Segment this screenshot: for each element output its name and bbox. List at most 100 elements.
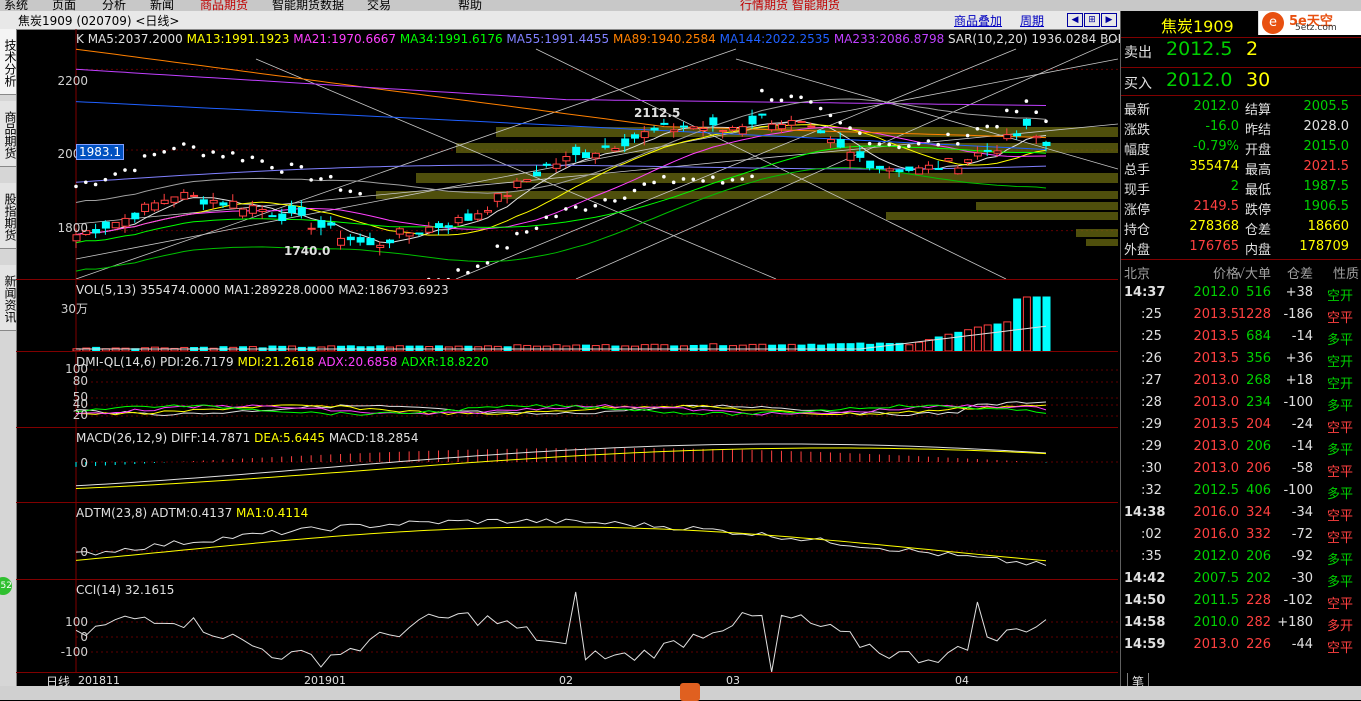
candle-body [807, 125, 816, 128]
candle-body [1042, 141, 1051, 147]
scroll-left-icon[interactable]: ◀ [1067, 13, 1083, 27]
quote-cell: 1906.5 [1303, 199, 1350, 214]
sar-dot [93, 182, 98, 187]
tab-technical-analysis[interactable]: 技术分析 [0, 29, 17, 95]
menu-item-help[interactable]: 帮助 [458, 0, 482, 11]
candle-body [895, 169, 904, 173]
menu-item-smart[interactable]: 智能期货数据 [272, 0, 344, 11]
quote-cell: 18660 [1307, 219, 1349, 234]
adtm-legend: ADTM(23,8) ADTM:0.4137 MA1:0.4114 [76, 506, 308, 520]
tick-oi-change: +180 [1277, 615, 1313, 630]
zoom-icon[interactable]: ⊞ [1084, 13, 1100, 27]
candle-body [474, 213, 483, 220]
sar-dot [995, 124, 999, 129]
cci-tick-0: 0 [80, 630, 88, 644]
scroll-right-icon[interactable]: ▶ [1101, 13, 1117, 27]
sar-dot [132, 168, 137, 173]
cci-tick-100: 100 [65, 615, 88, 629]
quote-cell: 外盘 [1124, 243, 1151, 258]
float-badge-icon[interactable]: 52 [0, 577, 12, 595]
candle-body [503, 194, 512, 197]
candle-body [1003, 134, 1012, 140]
volume-profile-bar [976, 202, 1118, 210]
tab-news[interactable]: 新闻资讯 [0, 265, 17, 331]
quote-cell: 结算 [1245, 103, 1272, 118]
quote-cell: 355474 [1189, 159, 1239, 174]
quote-cell: 幅度 [1124, 143, 1151, 158]
tab-index-futures[interactable]: 股指期货 [0, 183, 17, 249]
quote-cell: 内盘 [1245, 243, 1272, 258]
candle-body [229, 200, 238, 209]
volume-bar [787, 343, 796, 352]
tick-volume: 206 [1246, 461, 1271, 476]
ma233-line [75, 68, 1047, 106]
adtm-tick-0: 0 [80, 545, 88, 559]
candle-body [346, 236, 355, 241]
candle-body [846, 151, 855, 161]
menu-item-system[interactable]: 系统 [4, 0, 28, 11]
tick-oi-change: -186 [1283, 307, 1313, 322]
sar-dot [495, 244, 500, 248]
sar-dot [818, 106, 823, 111]
macd-title: MACD(26,12,9) [76, 431, 168, 445]
candle-body [670, 129, 679, 133]
tick-time: 14:42 [1124, 571, 1166, 586]
chart-title-bar: 焦炭1909 (020709) <日线> 商品叠加 周期 ◀ ⊞ ▶ [0, 11, 1120, 30]
candle-body [591, 152, 600, 159]
candle-body [72, 234, 81, 242]
candle-body [278, 213, 287, 222]
sar-dot [152, 152, 157, 157]
volume-bar [1003, 321, 1012, 352]
quote-cell: 最低 [1245, 183, 1272, 198]
tick-volume: 356 [1246, 351, 1271, 366]
high-price-mark: 2112.5 [634, 106, 681, 120]
quote-cell: 总手 [1124, 163, 1151, 178]
ma-legend-item: MA34:1991.6176 [399, 32, 507, 46]
tick-volume: 282 [1246, 615, 1271, 630]
sar-dot [946, 132, 950, 137]
tick-volume: 516 [1246, 285, 1271, 300]
candle-body [562, 156, 571, 162]
quote-cell: 开盘 [1245, 143, 1272, 158]
macd-diff: DIFF:14.7871 [170, 431, 251, 445]
sar-dot [1044, 119, 1048, 124]
volume-bar [748, 343, 757, 352]
cci-chart-canvas[interactable] [16, 580, 1118, 673]
tick-header-cell: 北京 [1124, 267, 1151, 282]
adtm-value: ADTM:0.4137 [151, 506, 233, 520]
sar-dot [524, 230, 529, 234]
candle-body [572, 146, 581, 156]
candle-body [307, 227, 316, 230]
ma144-line [75, 101, 1047, 150]
tick-header-cell: 仓差 [1286, 267, 1313, 282]
candle-body [317, 220, 326, 228]
period-link[interactable]: 周期 [1020, 12, 1044, 29]
quote-cell: -0.79% [1193, 139, 1239, 154]
menu-item-analysis[interactable]: 分析 [102, 0, 126, 11]
buy-qty: 30 [1246, 69, 1271, 91]
tab-commodity-futures[interactable]: 商品期货 [0, 101, 17, 167]
candle-body [689, 126, 698, 130]
overlay-link[interactable]: 商品叠加 [954, 12, 1002, 29]
menu-item-page[interactable]: 页面 [52, 0, 76, 11]
menu-item-futures[interactable]: 商品期货 [200, 0, 248, 11]
candle-body [777, 124, 786, 130]
sar-dot [701, 179, 705, 183]
menu-item-trade[interactable]: 交易 [367, 0, 391, 11]
quote-cell: 176765 [1189, 239, 1239, 254]
candle-body [885, 168, 894, 172]
sar-dot [505, 246, 509, 250]
candle-body [180, 191, 189, 200]
menu-item-news[interactable]: 新闻 [150, 0, 174, 11]
sar-dot [828, 113, 833, 118]
candle-body [630, 134, 639, 139]
candle-body [973, 152, 982, 157]
input-method-icon[interactable] [680, 683, 700, 701]
tick-volume: 234 [1246, 395, 1271, 410]
candle-body [787, 120, 796, 126]
candle-body [934, 167, 943, 170]
candle-body [993, 150, 1002, 154]
price-chart-canvas[interactable] [16, 29, 1118, 279]
volume-bar [1022, 296, 1031, 352]
sar-dot [681, 177, 686, 181]
